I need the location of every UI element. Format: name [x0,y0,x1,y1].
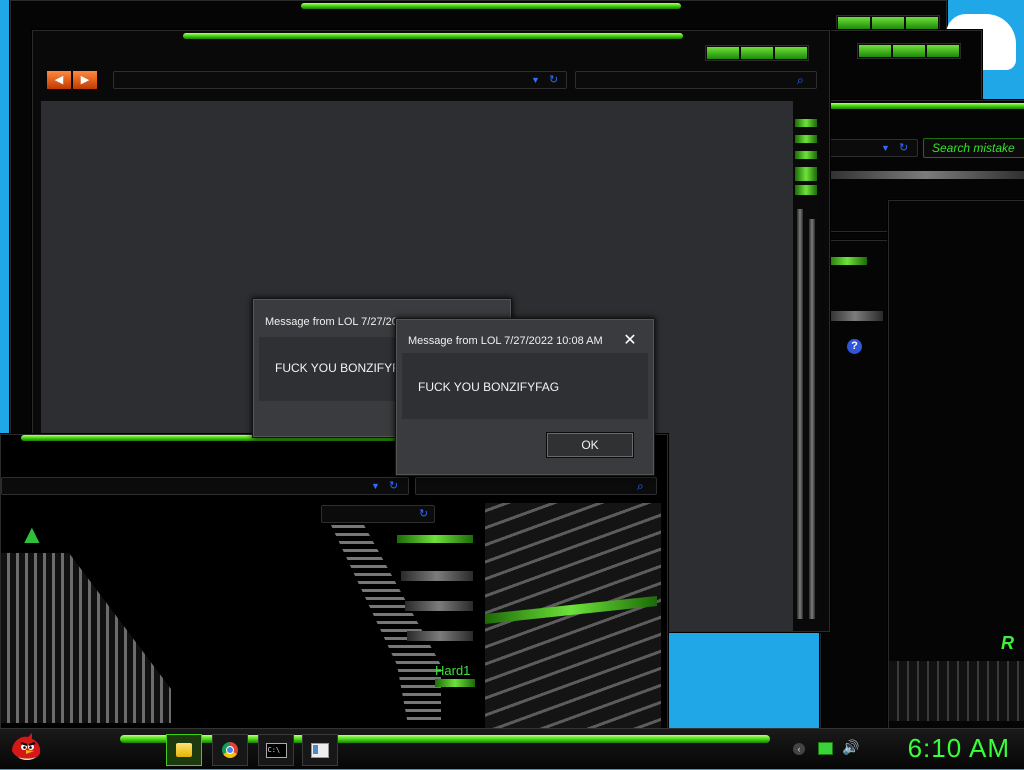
graphic-gray-bar [405,601,473,611]
divider [827,311,883,321]
window-far-right: R [888,200,1024,730]
window-right [820,30,982,102]
refresh-icon[interactable]: ↻ [419,506,428,522]
window-glow-bar [827,257,867,265]
search-placeholder: Search mistake [932,141,1015,155]
window-controls-right[interactable] [857,43,961,59]
refresh-icon[interactable]: ↻ [389,478,398,494]
taskbar: C:\ ‹ 🔊 6:10 AM [0,728,1024,769]
dialog-title: Message from LOL 7/27/20 [265,316,398,328]
address-bar[interactable] [113,71,567,89]
explorer-icon [176,743,192,757]
dropdown-icon[interactable]: ▼ [531,72,540,88]
search-icon[interactable]: ⌕ [797,72,804,88]
network-monitor-icon[interactable] [818,742,833,755]
help-icon[interactable]: ? [847,339,862,354]
search-bar[interactable] [575,71,817,89]
volume-icon[interactable]: 🔊 [842,739,859,756]
search-field[interactable]: Search mistake [923,138,1024,158]
graphic-gray-bar [401,571,473,581]
graphic-gray-bar [407,631,473,641]
forward-arrow-icon[interactable]: ▶ [73,71,97,89]
message-dialog[interactable]: Message from LOL 7/27/2022 10:08 AM ✕ FU… [395,318,655,476]
triangle-logo-icon: ▲ [19,519,45,549]
taskbar-window-button[interactable] [302,734,338,766]
chrome-icon [222,742,238,758]
dialog-title: Message from LOL 7/27/2022 10:08 AM [408,335,603,347]
search-bar-lower[interactable] [415,477,657,495]
inner-address-bar[interactable] [321,505,435,523]
label-hard: Hard1 [435,663,471,678]
refresh-icon[interactable]: ↻ [899,140,908,156]
window-controls[interactable] [836,15,940,31]
ok-button[interactable]: OK [546,432,634,458]
back-arrow-icon[interactable]: ◀ [47,71,71,89]
taskbar-cmd-button[interactable]: C:\ [258,734,294,766]
refresh-icon[interactable]: ↻ [549,72,558,88]
window-glow-bar [821,103,1024,109]
close-icon[interactable]: ✕ [620,332,640,350]
address-bar-lower[interactable] [1,477,409,495]
start-button-angry-bird-icon[interactable] [8,731,44,765]
dropdown-icon[interactable]: ▼ [881,140,890,156]
graphic-stairs [1,553,171,723]
graphic-arc [331,525,441,725]
cmd-icon: C:\ [265,742,287,758]
window-controls[interactable] [705,45,809,61]
window-lower-left: ▼ ↻ ⌕ ↻ ▲ Hard1 [0,434,668,732]
window-right-lower: ? [820,240,890,732]
scrollbar[interactable] [793,119,819,619]
divider [821,171,1024,179]
dropdown-icon[interactable]: ▼ [371,478,380,494]
taskbar-clock[interactable]: 6:10 AM [908,733,1010,764]
tray-chevron-icon[interactable]: ‹ [793,743,805,755]
search-icon[interactable]: ⌕ [637,478,644,494]
window-footer-stripes [889,661,1024,721]
graphic-green-bar [435,679,475,687]
window-glow-bar [301,3,681,9]
graphic-green-bar [397,535,473,543]
logo-glyph: R [1001,633,1014,653]
back-forward-buttons[interactable]: ◀ ▶ [47,71,97,89]
taskbar-chrome-button[interactable] [212,734,248,766]
dialog-message: FUCK YOU BONZIFYFAG [418,380,560,394]
taskbar-explorer-button[interactable] [166,734,202,766]
window-icon [311,742,329,758]
window-glow-bar [183,33,683,39]
